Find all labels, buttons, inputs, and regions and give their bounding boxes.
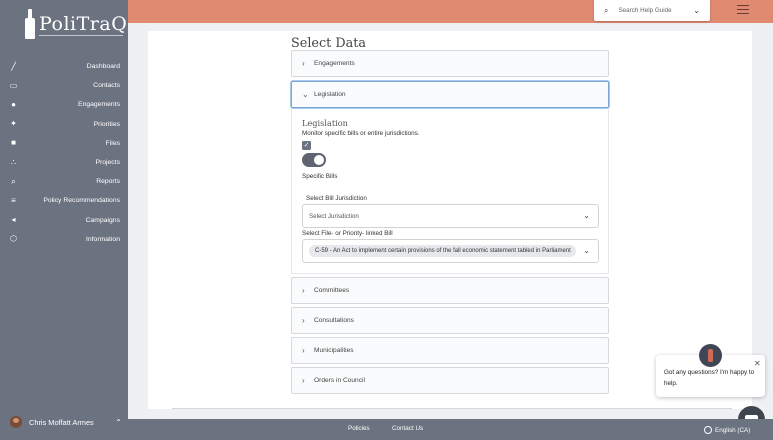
close-icon[interactable]: ✕ [754, 359, 761, 368]
sidebar-item-label: Campaigns [85, 216, 120, 224]
chart-line-icon: ╱ [11, 61, 16, 71]
bill-label: Select File- or Priority- linked Bill [302, 230, 393, 237]
box-icon: ⬡ [10, 234, 17, 244]
sidebar-item-projects[interactable]: ∴ Projects [0, 153, 128, 172]
accordion-label: Orders in Council [314, 377, 365, 384]
accordion-label: Municipalities [314, 347, 354, 354]
hierarchy-icon: ∴ [10, 157, 17, 167]
chevron-up-icon: ⌃ [115, 417, 122, 427]
help-guide-search[interactable]: ⌕ Search Help Guide ⌄ [594, 0, 710, 21]
toggle-knob [314, 155, 324, 165]
accordion-municipalities[interactable]: › Municipalities [291, 337, 609, 364]
chevron-right-icon: › [302, 376, 305, 385]
people-group-icon: ● [11, 99, 16, 109]
monitor-checkbox[interactable]: ✓ [302, 141, 311, 150]
language-selector[interactable]: English (CA) [704, 426, 750, 434]
chevron-right-icon: › [302, 346, 305, 355]
specific-bills-toggle[interactable] [302, 153, 326, 167]
chevron-down-icon: ⌄ [583, 246, 590, 255]
sidebar-item-label: Contacts [93, 82, 120, 90]
accordion-committees[interactable]: › Committees [291, 277, 609, 304]
divider [172, 408, 732, 409]
list-icon: ≡ [11, 195, 16, 205]
target-icon: ✦ [10, 119, 17, 129]
avatar [10, 416, 22, 428]
bottle-bot-icon [708, 349, 713, 362]
sidebar-item-files[interactable]: ■ Files [0, 134, 128, 153]
search-placeholder: Search Help Guide [618, 7, 672, 14]
sidebar-item-information[interactable]: ⬡ Information [0, 230, 128, 249]
chevron-down-icon: ⌄ [302, 90, 309, 99]
chevron-right-icon: › [302, 286, 305, 295]
chevron-right-icon: › [302, 316, 305, 325]
sidebar-nav: ╱ Dashboard ▭ Contacts ● Engagements ✦ P… [0, 57, 128, 249]
user-name: Chris Moffatt Armes [29, 417, 94, 427]
accordion-legislation[interactable]: ⌄ Legislation [291, 81, 609, 108]
chevron-down-icon: ⌄ [693, 6, 700, 15]
sidebar-item-label: Reports [96, 178, 120, 186]
user-menu[interactable]: Chris Moffatt Armes ⌃ [10, 414, 122, 430]
sidebar-item-label: Engagements [78, 101, 120, 109]
sidebar-item-label: Information [85, 235, 120, 243]
sidebar-item-dashboard[interactable]: ╱ Dashboard [0, 57, 128, 76]
logo-underline [39, 35, 123, 36]
search-icon: ⌕ [604, 5, 609, 15]
chatbot-avatar [699, 344, 722, 367]
sidebar-item-policy-recommendations[interactable]: ≡ Policy Recommendations [0, 191, 128, 210]
selected-bill-chip[interactable]: C-59 - An Act to implement certain provi… [309, 245, 576, 257]
language-label: English (CA) [715, 426, 751, 434]
accordion-label: Legislation [314, 91, 346, 98]
legislation-heading: Legislation [302, 118, 348, 128]
accordion-label: Consultations [314, 317, 354, 324]
footer [128, 419, 773, 440]
sidebar-item-label: Policy Recommendations [43, 197, 120, 205]
toggle-label: Specific Bills [302, 173, 338, 180]
megaphone-icon: ◂ [11, 215, 16, 225]
contact-card-icon: ▭ [9, 80, 18, 90]
chevron-down-icon: ⌄ [583, 211, 590, 220]
sidebar-item-reports[interactable]: ⌕ Reports [0, 172, 128, 191]
accordion-orders-in-council[interactable]: › Orders in Council [291, 367, 609, 394]
sidebar-item-label: Priorities [93, 120, 120, 128]
bottle-logo-icon [24, 9, 36, 39]
accordion-consultations[interactable]: › Consultations [291, 307, 609, 334]
accordion-engagements[interactable]: › Engagements [291, 50, 609, 77]
sidebar-item-priorities[interactable]: ✦ Priorities [0, 115, 128, 134]
bill-select[interactable]: C-59 - An Act to implement certain provi… [302, 239, 599, 263]
jurisdiction-label: Select Bill Jurisdiction [306, 195, 367, 202]
folder-icon: ■ [11, 138, 16, 148]
policies-link[interactable]: Policies [348, 425, 370, 432]
chevron-right-icon: › [302, 59, 305, 68]
globe-icon [704, 426, 712, 434]
sidebar-item-engagements[interactable]: ● Engagements [0, 95, 128, 114]
jurisdiction-value: Select Jurisdiction [309, 212, 359, 220]
accordion-label: Engagements [314, 60, 355, 67]
sidebar: PoliTraQ ╱ Dashboard ▭ Contacts ● Engage… [0, 0, 128, 440]
page-title: Select Data [291, 36, 367, 51]
sidebar-item-label: Projects [95, 159, 120, 167]
sidebar-item-label: Dashboard [86, 63, 120, 71]
sidebar-item-contacts[interactable]: ▭ Contacts [0, 76, 128, 95]
sidebar-item-campaigns[interactable]: ◂ Campaigns [0, 211, 128, 230]
accordion-label: Committees [314, 287, 350, 294]
hamburger-menu-icon[interactable] [737, 5, 749, 15]
sidebar-item-label: Files [105, 139, 120, 147]
contact-us-link[interactable]: Contact Us [392, 425, 423, 432]
chat-message: Got any questions? I'm happy to help. [664, 369, 755, 387]
jurisdiction-select[interactable]: Select Jurisdiction ⌄ [302, 204, 599, 228]
magnifier-icon: ⌕ [11, 176, 16, 186]
logo-text: PoliTraQ [39, 13, 128, 35]
legislation-description: Monitor specific bills or entire jurisdi… [302, 130, 420, 137]
app-logo[interactable]: PoliTraQ [24, 8, 127, 40]
